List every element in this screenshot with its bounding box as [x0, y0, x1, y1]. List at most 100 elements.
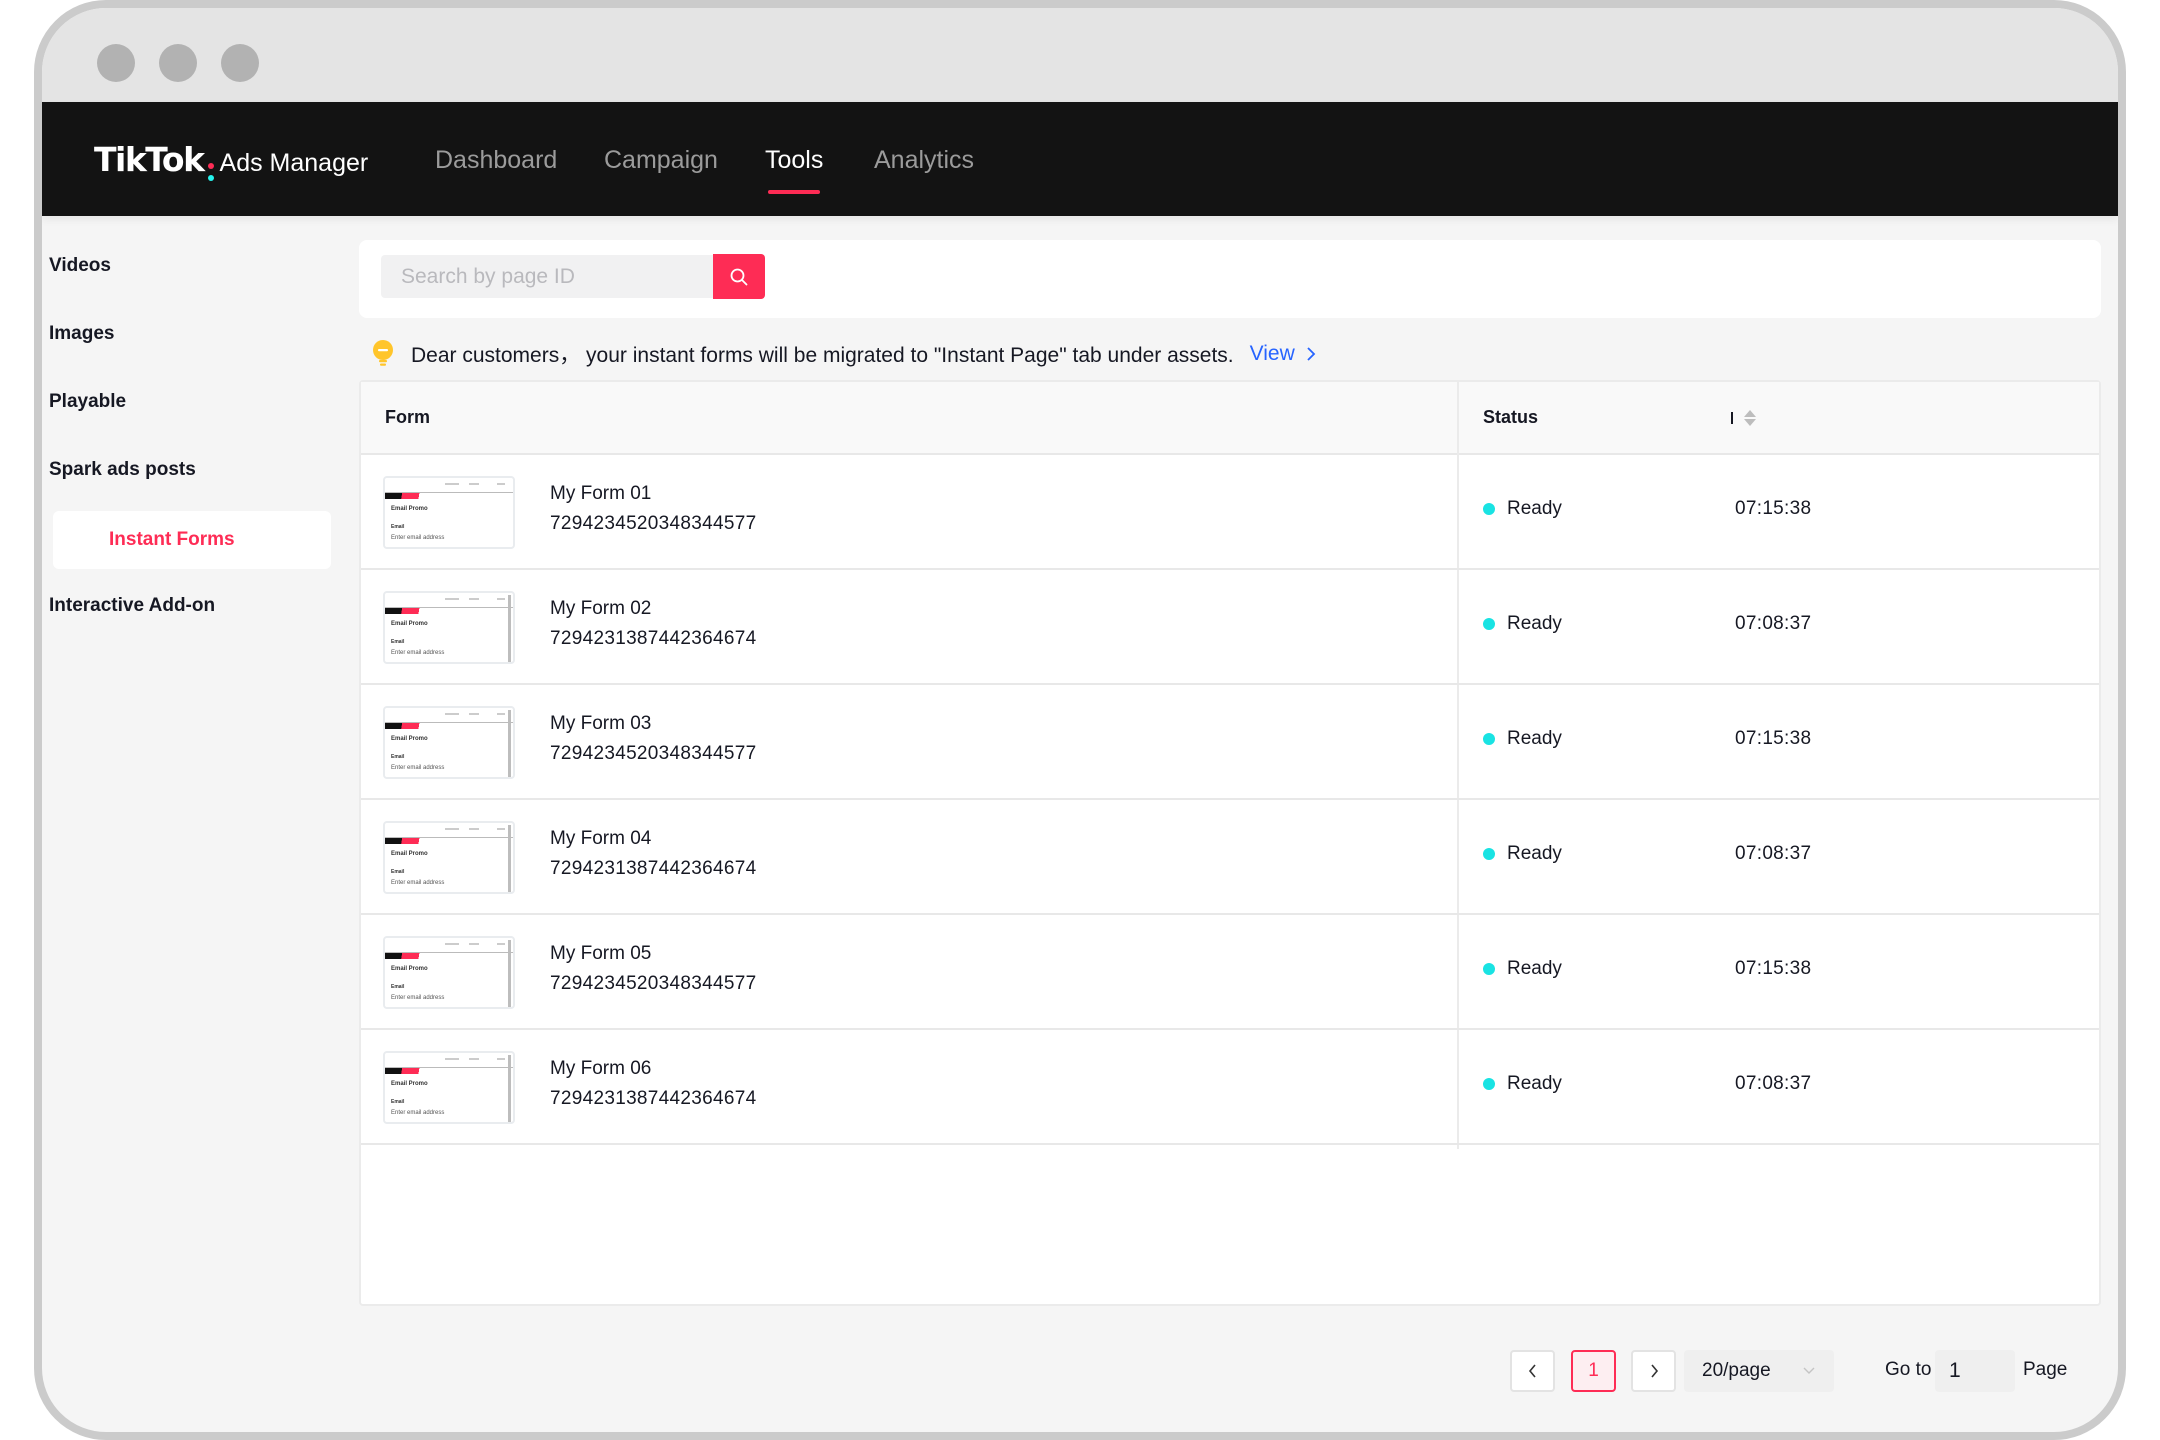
form-time: 07:08:37 [1735, 843, 1812, 864]
sidebar-item-playable[interactable]: Playable [42, 373, 293, 431]
nav-analytics[interactable]: Analytics [874, 146, 974, 175]
page-button-current[interactable]: 1 [1571, 1350, 1616, 1392]
thumbnail-toolbar [385, 1053, 513, 1068]
page-size-value: 20/page [1702, 1360, 1771, 1381]
page-size-select[interactable]: 20/page [1684, 1350, 1834, 1392]
column-header-status: Status [1483, 407, 1539, 427]
sidebar-item-spark-ads-posts[interactable]: Spark ads posts [42, 441, 293, 499]
thumbnail-field-label: Email [391, 524, 405, 530]
table-row[interactable]: Email Promo Email Enter email address My… [361, 800, 2099, 915]
table-row[interactable]: Email Promo Email Enter email address My… [361, 570, 2099, 685]
page-label: Page [2023, 1359, 2068, 1380]
form-name[interactable]: My Form 03 [550, 713, 651, 735]
notice-view-link[interactable]: View [1250, 342, 1319, 366]
search-button[interactable] [713, 254, 765, 299]
thumbnail-field-placeholder: Enter email address [391, 880, 445, 886]
thumbnail-field-label: Email [391, 639, 405, 645]
thumbnail-banner [385, 953, 427, 959]
thumbnail-banner [385, 1068, 427, 1074]
nav-dashboard[interactable]: Dashboard [435, 146, 557, 175]
sidebar-item-images[interactable]: Images [42, 305, 293, 363]
column-resize-handle[interactable] [1731, 411, 1733, 424]
form-name[interactable]: My Form 01 [550, 483, 651, 505]
chevron-left-icon [1528, 1364, 1536, 1378]
form-name[interactable]: My Form 06 [550, 1058, 651, 1080]
form-name[interactable]: My Form 02 [550, 598, 651, 620]
next-page-button[interactable] [1631, 1350, 1676, 1392]
status-badge: Ready [1483, 1073, 1562, 1095]
thumbnail-title: Email Promo [391, 506, 428, 512]
form-name[interactable]: My Form 04 [550, 828, 651, 850]
form-thumbnail[interactable]: Email Promo Email Enter email address [383, 706, 515, 779]
form-thumbnail[interactable]: Email Promo Email Enter email address [383, 476, 515, 549]
thumbnail-banner [385, 838, 427, 844]
nav-campaign[interactable]: Campaign [604, 146, 718, 175]
form-id: 7294231387442364674 [550, 628, 757, 649]
nav-active-indicator [768, 190, 821, 194]
status-text: Ready [1507, 613, 1562, 634]
thumbnail-scrollbar [508, 825, 511, 892]
status-dot-icon [1483, 963, 1495, 975]
thumbnail-title: Email Promo [391, 851, 428, 857]
thumbnail-scrollbar [508, 710, 511, 777]
prev-page-button[interactable] [1510, 1350, 1555, 1392]
table-row[interactable]: Email Promo Email Enter email address My… [361, 915, 2099, 1030]
thumbnail-banner [385, 723, 427, 729]
logo-dot-cyan [207, 175, 214, 181]
logo-subtitle: Ads Manager [219, 149, 369, 177]
thumbnail-field-placeholder: Enter email address [391, 995, 445, 1001]
sort-icon[interactable] [1743, 408, 1757, 428]
column-header-form: Form [385, 407, 430, 427]
thumbnail-field-label: Email [391, 869, 405, 875]
thumbnail-banner [385, 608, 427, 614]
nav-tools-label: Tools [765, 146, 824, 174]
status-dot-icon [1483, 503, 1495, 515]
sidebar-item-interactive-add-on[interactable]: Interactive Add-on [42, 577, 293, 635]
form-thumbnail[interactable]: Email Promo Email Enter email address [383, 1051, 515, 1124]
thumbnail-field-placeholder: Enter email address [391, 650, 445, 656]
form-name[interactable]: My Form 05 [550, 943, 651, 965]
table-header: Form Status [361, 382, 2099, 455]
window-maximize-button[interactable] [221, 44, 259, 82]
table-row[interactable]: Email Promo Email Enter email address My… [361, 1030, 2099, 1145]
thumbnail-field-placeholder: Enter email address [391, 1110, 445, 1116]
status-text: Ready [1507, 728, 1562, 749]
goto-page-input[interactable] [1935, 1350, 2015, 1392]
form-thumbnail[interactable]: Email Promo Email Enter email address [383, 591, 515, 664]
status-dot-icon [1483, 618, 1495, 630]
search-icon [730, 268, 748, 285]
table-row[interactable]: Email Promo Email Enter email address My… [361, 455, 2099, 570]
status-text: Ready [1507, 843, 1562, 864]
status-text: Ready [1507, 498, 1562, 519]
status-text: Ready [1507, 1073, 1562, 1094]
search-input[interactable] [381, 255, 713, 298]
form-id: 7294231387442364674 [550, 1088, 757, 1109]
thumbnail-field-label: Email [391, 1099, 405, 1105]
browser-window: TikTok Ads Manager Dashboard Campaign To… [34, 0, 2126, 1440]
search-card [359, 240, 2101, 318]
table-row[interactable]: Email Promo Email Enter email address My… [361, 685, 2099, 800]
status-dot-icon [1483, 848, 1495, 860]
thumbnail-field-placeholder: Enter email address [391, 765, 445, 771]
form-thumbnail[interactable]: Email Promo Email Enter email address [383, 821, 515, 894]
status-badge: Ready [1483, 498, 1562, 520]
logo-colon-icon [207, 163, 214, 181]
chevron-down-icon [1802, 1350, 1816, 1409]
window-minimize-button[interactable] [159, 44, 197, 82]
form-thumbnail[interactable]: Email Promo Email Enter email address [383, 936, 515, 1009]
thumbnail-title: Email Promo [391, 621, 428, 627]
sidebar-item-videos[interactable]: Videos [42, 237, 293, 295]
thumbnail-banner [385, 493, 427, 499]
thumbnail-toolbar [385, 708, 513, 723]
thumbnail-toolbar [385, 938, 513, 953]
sidebar-item-instant-forms[interactable]: Instant Forms [53, 511, 331, 569]
chevron-right-icon [1650, 1364, 1658, 1378]
status-dot-icon [1483, 733, 1495, 745]
tiktok-ads-manager-logo[interactable]: TikTok Ads Manager [94, 140, 368, 183]
column-header-time[interactable] [1731, 382, 1757, 453]
notice-view-label: View [1249, 342, 1295, 365]
form-id: 7294234520348344577 [550, 513, 757, 534]
lightbulb-icon [373, 340, 393, 366]
nav-tools[interactable]: Tools [765, 146, 824, 194]
window-close-button[interactable] [97, 44, 135, 82]
